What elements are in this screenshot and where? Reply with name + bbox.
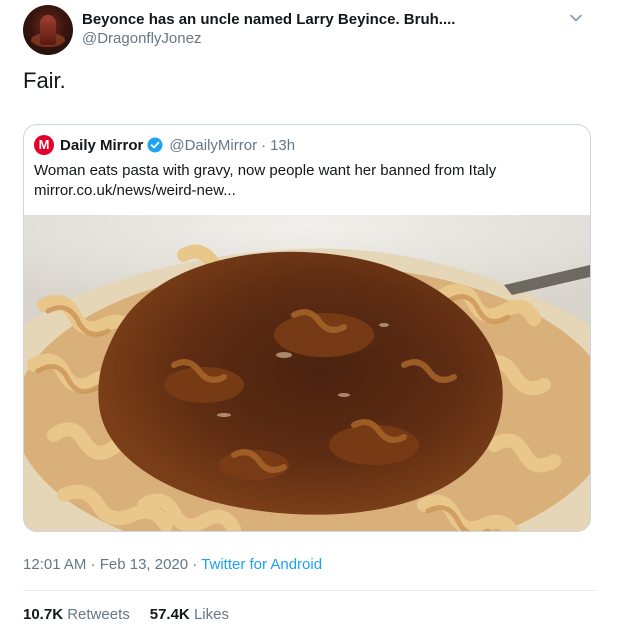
verified-badge-icon	[147, 137, 163, 153]
author-names: Beyonce has an uncle named Larry Beyince…	[82, 11, 455, 49]
pasta-with-gravy-photo	[24, 215, 590, 531]
author-handle[interactable]: @DragonflyJonez	[82, 29, 455, 49]
avatar-figure	[40, 15, 56, 45]
quoted-photo[interactable]	[24, 215, 590, 531]
chevron-down-icon[interactable]	[569, 11, 583, 25]
tweet-timestamp[interactable]: 12:01 AM · Feb 13, 2020 ·	[23, 556, 201, 573]
divider	[23, 590, 597, 591]
author-display-name[interactable]: Beyonce has an uncle named Larry Beyince…	[82, 11, 455, 29]
tweet-header: Beyonce has an uncle named Larry Beyince…	[23, 5, 597, 55]
quoted-tweet[interactable]: M Daily Mirror @DailyMirror · 13h Woman …	[23, 124, 591, 532]
tweet-stats: 10.7K Retweets 57.4K Likes	[23, 606, 249, 623]
tweet-source-link[interactable]: Twitter for Android	[201, 556, 322, 573]
quoted-text: Woman eats pasta with gravy, now people …	[34, 161, 580, 201]
retweets-count: 10.7K	[23, 606, 64, 623]
quoted-author-name: Daily Mirror	[60, 136, 144, 154]
quoted-tweet-header: M Daily Mirror @DailyMirror · 13h	[34, 135, 295, 155]
retweets-label: Retweets	[67, 606, 130, 623]
tweet-text: Fair.	[23, 68, 66, 93]
retweets-stat[interactable]: 10.7K Retweets	[23, 606, 130, 623]
avatar[interactable]	[23, 5, 73, 55]
likes-count: 57.4K	[149, 606, 190, 623]
quoted-text-link[interactable]: mirror.co.uk/news/weird-new...	[34, 181, 580, 201]
likes-stat[interactable]: 57.4K Likes	[150, 606, 229, 623]
daily-mirror-logo: M	[34, 135, 54, 155]
quoted-separator: ·	[261, 136, 267, 154]
likes-label: Likes	[193, 606, 229, 623]
quoted-text-line-1: Woman eats pasta with gravy, now people …	[34, 162, 497, 179]
quoted-time: 13h	[270, 136, 296, 154]
tweet: Beyonce has an uncle named Larry Beyince…	[0, 0, 617, 637]
tweet-meta: 12:01 AM · Feb 13, 2020 · Twitter for An…	[23, 556, 322, 573]
quoted-author-handle: @DailyMirror	[169, 136, 258, 154]
